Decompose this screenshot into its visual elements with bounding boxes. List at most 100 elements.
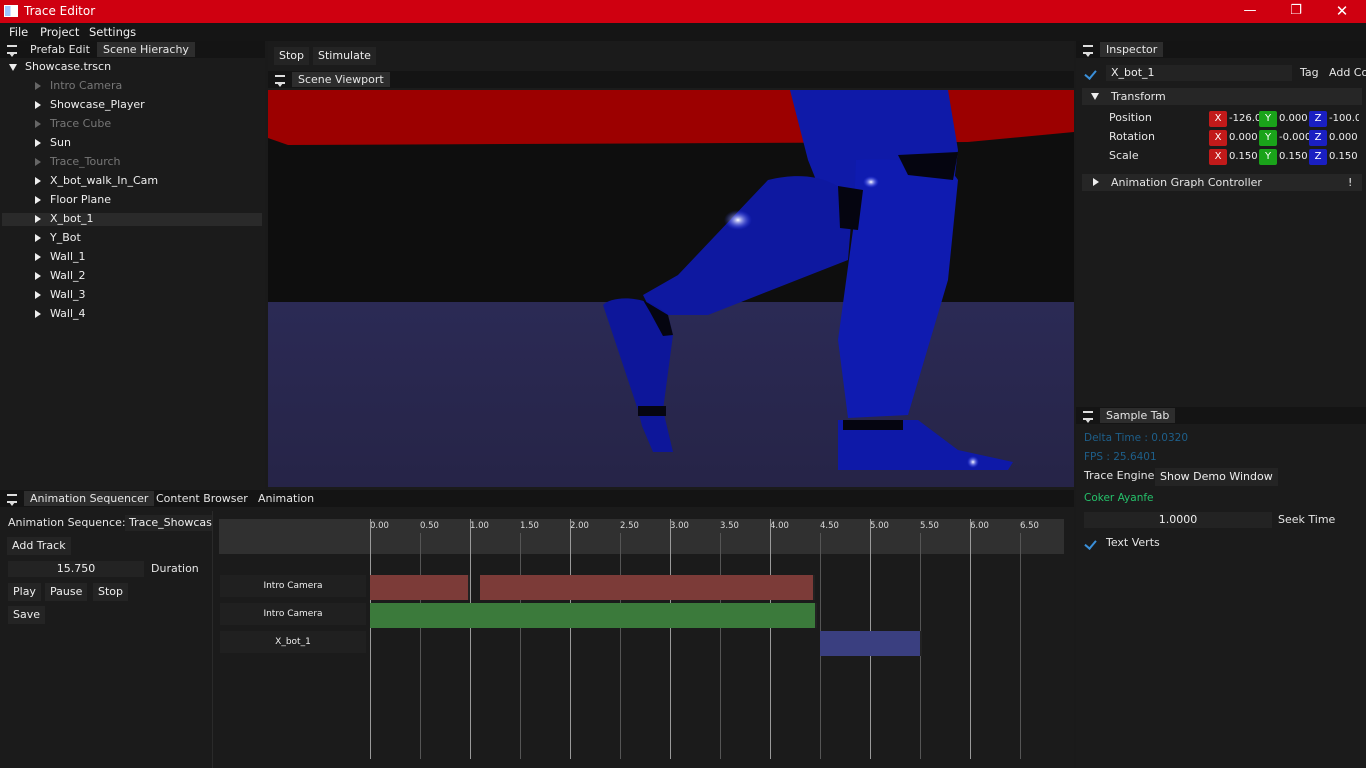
tab-scene-viewport[interactable]: Scene Viewport: [292, 72, 390, 87]
author-label: Coker Ayanfe: [1084, 492, 1154, 504]
anim-graph-header[interactable]: Animation Graph Controller !: [1082, 174, 1362, 191]
sample-menu-icon[interactable]: [1083, 411, 1093, 423]
hierarchy-item[interactable]: X_bot_1: [50, 212, 94, 225]
transform-row-label: Position: [1109, 111, 1152, 124]
expand-right-icon[interactable]: [35, 158, 41, 166]
track-name[interactable]: X_bot_1: [220, 631, 366, 653]
scene-hierarchy-panel: Prefab Edit Scene Hierachy Showcase.trsc…: [0, 41, 265, 489]
panel-menu-icon[interactable]: [7, 45, 17, 57]
viewport-panel: Stop Stimulate Scene Viewport: [268, 41, 1074, 489]
x-axis-label: X: [1209, 130, 1227, 146]
expand-right-icon[interactable]: [35, 82, 41, 90]
transform-header[interactable]: Transform: [1082, 88, 1362, 105]
x-value-field[interactable]: -126.0: [1229, 111, 1259, 127]
expand-right-icon[interactable]: [35, 120, 41, 128]
expand-down-icon[interactable]: [9, 64, 17, 71]
expand-right-icon[interactable]: [35, 253, 41, 261]
expand-right-icon[interactable]: [35, 291, 41, 299]
hierarchy-item[interactable]: Trace_Tourch: [50, 155, 121, 168]
tab-inspector[interactable]: Inspector: [1100, 42, 1164, 57]
expand-right-icon[interactable]: [35, 234, 41, 242]
x-value-field[interactable]: 0.150: [1229, 149, 1259, 165]
inspector-menu-icon[interactable]: [1083, 45, 1093, 57]
timeline-tick-label: 1.50: [520, 521, 539, 531]
menu-settings[interactable]: Settings: [89, 25, 136, 39]
track-clip[interactable]: [480, 575, 815, 600]
track-clip[interactable]: [370, 575, 470, 600]
hierarchy-item[interactable]: Wall_3: [50, 288, 86, 301]
tab-scene-hierachy[interactable]: Scene Hierachy: [97, 42, 195, 57]
window-title: Trace Editor: [24, 4, 96, 18]
z-axis-label: Z: [1309, 149, 1327, 165]
z-value-field[interactable]: 0.150: [1329, 149, 1359, 165]
hierarchy-item[interactable]: Wall_2: [50, 269, 86, 282]
expand-right-icon[interactable]: [35, 272, 41, 280]
tab-sample[interactable]: Sample Tab: [1100, 408, 1176, 423]
expand-right-icon[interactable]: [35, 215, 41, 223]
track-name[interactable]: Intro Camera: [220, 575, 366, 597]
expand-right-icon[interactable]: [35, 101, 41, 109]
track-clip[interactable]: [370, 603, 817, 628]
y-value-field[interactable]: -0.000: [1279, 130, 1309, 146]
hierarchy-item[interactable]: Floor Plane: [50, 193, 111, 206]
hierarchy-item[interactable]: Intro Camera: [50, 79, 122, 92]
minimize-icon[interactable]: —: [1227, 0, 1273, 23]
maximize-icon[interactable]: ❐: [1273, 0, 1319, 23]
viewport-menu-icon[interactable]: [275, 75, 285, 87]
stimulate-button[interactable]: Stimulate: [313, 47, 376, 65]
track-name[interactable]: Intro Camera: [220, 603, 366, 625]
seek-time-field[interactable]: 1.0000: [1084, 512, 1272, 528]
timeline-gridline: [470, 519, 471, 759]
expand-right-icon: [1093, 178, 1099, 186]
tag-button[interactable]: Tag: [1300, 66, 1319, 79]
hierarchy-item[interactable]: Trace Cube: [50, 117, 111, 130]
hierarchy-item[interactable]: Showcase_Player: [50, 98, 145, 111]
selection-highlight: [2, 213, 262, 226]
viewport-tabbar: Scene Viewport: [268, 71, 1074, 88]
menu-bar: File Project Settings: [0, 23, 1366, 41]
expand-right-icon[interactable]: [35, 139, 41, 147]
text-verts-checkbox[interactable]: [1085, 537, 1099, 551]
timeline-tick-label: 1.00: [470, 521, 489, 531]
z-value-field[interactable]: 0.000: [1329, 130, 1359, 146]
y-axis-label: Y: [1259, 149, 1277, 165]
hierarchy-item[interactable]: Wall_4: [50, 307, 86, 320]
y-axis-label: Y: [1259, 111, 1277, 127]
x-value-field[interactable]: 0.000: [1229, 130, 1259, 146]
y-value-field[interactable]: 0.150: [1279, 149, 1309, 165]
add-component-button[interactable]: Add Co: [1329, 66, 1366, 79]
delta-time: Delta Time : 0.0320: [1084, 432, 1189, 444]
seek-time-label: Seek Time: [1278, 513, 1336, 526]
hierarchy-item[interactable]: Y_Bot: [50, 231, 81, 244]
show-demo-button[interactable]: Show Demo Window: [1155, 468, 1278, 486]
timeline-gridline: [620, 533, 621, 759]
object-name-field[interactable]: X_bot_1: [1106, 65, 1292, 81]
y-value-field[interactable]: 0.000: [1279, 111, 1309, 127]
inspector-panel: Inspector X_bot_1 Tag Add Co Transform A…: [1076, 41, 1366, 407]
menu-project[interactable]: Project: [40, 25, 79, 39]
engine-label: Trace Engine: [1084, 469, 1155, 482]
hierarchy-item[interactable]: Wall_1: [50, 250, 86, 263]
hierarchy-item[interactable]: Sun: [50, 136, 71, 149]
transform-row-label: Scale: [1109, 149, 1139, 162]
active-checkbox[interactable]: [1085, 67, 1099, 81]
z-value-field[interactable]: -100.0: [1329, 111, 1359, 127]
stop-button[interactable]: Stop: [274, 47, 310, 65]
timeline-gridline: [720, 533, 721, 759]
scene-render[interactable]: [268, 90, 1074, 487]
hierarchy-item[interactable]: X_bot_walk_In_Cam: [50, 174, 158, 187]
menu-file[interactable]: File: [9, 25, 28, 39]
y-axis-label: Y: [1259, 130, 1277, 146]
text-verts-label: Text Verts: [1106, 536, 1160, 549]
track-clip[interactable]: [820, 631, 922, 656]
expand-right-icon[interactable]: [35, 196, 41, 204]
close-icon[interactable]: ✕: [1319, 0, 1365, 23]
expand-right-icon[interactable]: [35, 177, 41, 185]
scene-root[interactable]: Showcase.trscn: [25, 60, 111, 73]
tab-prefab-edit[interactable]: Prefab Edit: [24, 42, 96, 57]
timeline-gridline: [420, 533, 421, 759]
timeline-tick-label: 3.00: [670, 521, 689, 531]
x-axis-label: X: [1209, 149, 1227, 165]
timeline-tick-label: 5.50: [920, 521, 939, 531]
expand-right-icon[interactable]: [35, 310, 41, 318]
